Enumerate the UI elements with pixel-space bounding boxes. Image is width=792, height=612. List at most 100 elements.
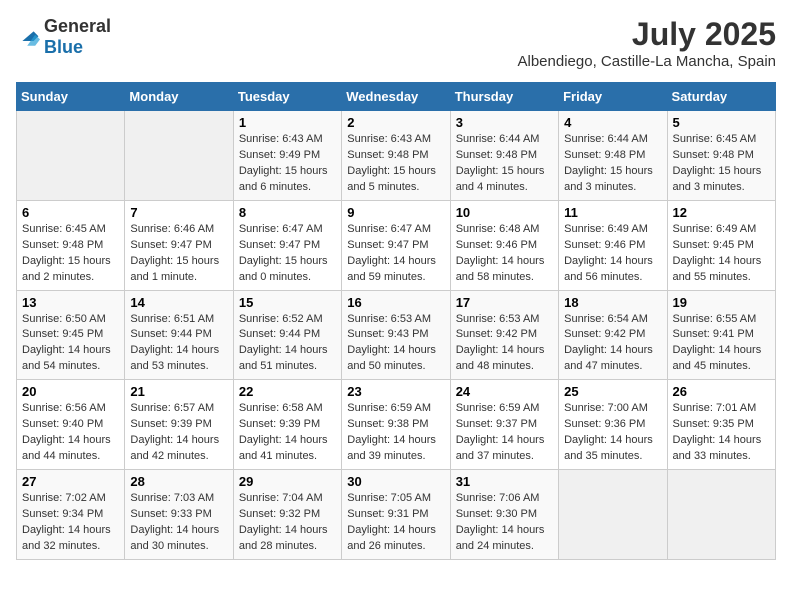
sunset: Sunset: 9:45 PM	[673, 239, 754, 251]
sunset: Sunset: 9:40 PM	[22, 418, 103, 430]
daylight: Daylight: 14 hours and 32 minutes.	[22, 524, 111, 552]
day-number: 18	[564, 295, 661, 310]
header-friday: Friday	[559, 83, 667, 111]
day-number: 29	[239, 474, 336, 489]
cell-w5-d4: 30Sunrise: 7:05 AMSunset: 9:31 PMDayligh…	[342, 470, 450, 560]
sunrise: Sunrise: 6:59 AM	[456, 402, 540, 414]
day-detail: Sunrise: 6:56 AMSunset: 9:40 PMDaylight:…	[22, 401, 119, 465]
cell-w2-d4: 9Sunrise: 6:47 AMSunset: 9:47 PMDaylight…	[342, 200, 450, 290]
sunrise: Sunrise: 7:02 AM	[22, 492, 106, 504]
sunset: Sunset: 9:48 PM	[673, 149, 754, 161]
week-row-1: 1 Sunrise: 6:43 AMSunset: 9:49 PMDaylight…	[17, 111, 776, 201]
logo: General Blue	[16, 16, 111, 58]
month-year: July 2025	[518, 16, 777, 53]
cell-w5-d2: 28Sunrise: 7:03 AMSunset: 9:33 PMDayligh…	[125, 470, 233, 560]
sunrise: Sunrise: 6:55 AM	[673, 313, 757, 325]
sunset: Sunset: 9:48 PM	[456, 149, 537, 161]
day-detail: Sunrise: 6:44 AM Sunset: 9:48 PM Daylight:…	[456, 132, 553, 196]
day-number: 9	[347, 205, 444, 220]
header-thursday: Thursday	[450, 83, 558, 111]
daylight: Daylight: 14 hours and 48 minutes.	[456, 344, 545, 372]
day-number: 4	[564, 115, 661, 130]
day-number: 22	[239, 384, 336, 399]
day-number: 3	[456, 115, 553, 130]
sunrise: Sunrise: 6:50 AM	[22, 313, 106, 325]
sunrise: Sunrise: 6:53 AM	[456, 313, 540, 325]
day-detail: Sunrise: 6:55 AMSunset: 9:41 PMDaylight:…	[673, 312, 770, 376]
cell-w3-d6: 18Sunrise: 6:54 AMSunset: 9:42 PMDayligh…	[559, 290, 667, 380]
cell-w3-d7: 19 Sunrise: 6:55 AMSunset: 9:41 PMDayligh…	[667, 290, 775, 380]
sunset: Sunset: 9:42 PM	[456, 328, 537, 340]
day-number: 16	[347, 295, 444, 310]
day-detail: Sunrise: 6:59 AMSunset: 9:37 PMDaylight:…	[456, 401, 553, 465]
day-detail: Sunrise: 6:53 AM Sunset: 9:42 PM Daylight:…	[456, 312, 553, 376]
day-detail: Sunrise: 6:51 AMSunset: 9:44 PMDaylight:…	[130, 312, 227, 376]
day-number: 31	[456, 474, 553, 489]
day-detail: Sunrise: 7:00 AMSunset: 9:36 PMDaylight:…	[564, 401, 661, 465]
day-detail: Sunrise: 6:59 AMSunset: 9:38 PMDaylight:…	[347, 401, 444, 465]
sunrise: Sunrise: 6:45 AM	[22, 223, 106, 235]
cell-w3-d5: 17Sunrise: 6:53 AMSunset: 9:42 PMDayligh…	[450, 290, 558, 380]
day-detail: Sunrise: 6:45 AMSunset: 9:48 PMDaylight:…	[22, 222, 119, 286]
sunrise: Sunrise: 6:52 AM	[239, 313, 323, 325]
day-detail: Sunrise: 6:58 AMSunset: 9:39 PMDaylight:…	[239, 401, 336, 465]
daylight: Daylight: 14 hours and 37 minutes.	[456, 434, 545, 462]
day-number: 25	[564, 384, 661, 399]
sunset: Sunset: 9:42 PM	[564, 328, 645, 340]
sunrise: Sunrise: 7:05 AM	[347, 492, 431, 504]
sunset: Sunset: 9:43 PM	[347, 328, 428, 340]
day-detail: Sunrise: 7:03 AMSunset: 9:33 PMDaylight:…	[130, 491, 227, 555]
calendar-table: Sunday Monday Tuesday Wednesday Thursday…	[16, 82, 776, 560]
daylight: Daylight: 15 hours and 1 minute.	[130, 255, 219, 283]
sunrise: Sunrise: 6:44 AM	[456, 133, 540, 145]
daylight: Daylight: 14 hours and 51 minutes.	[239, 344, 328, 372]
day-number: 21	[130, 384, 227, 399]
cell-w2-d6: 11Sunrise: 6:49 AMSunset: 9:46 PMDayligh…	[559, 200, 667, 290]
day-detail: Sunrise: 7:04 AMSunset: 9:32 PMDaylight:…	[239, 491, 336, 555]
sunset: Sunset: 9:38 PM	[347, 418, 428, 430]
day-detail: Sunrise: 6:49 AMSunset: 9:45 PMDaylight:…	[673, 222, 770, 286]
sunset: Sunset: 9:47 PM	[130, 239, 211, 251]
day-detail: Sunrise: 6:43 AMSunset: 9:48 PMDaylight:…	[347, 132, 444, 196]
day-number: 19	[673, 295, 770, 310]
cell-w3-d4: 16Sunrise: 6:53 AMSunset: 9:43 PMDayligh…	[342, 290, 450, 380]
sunrise: Sunrise: 6:43 AM	[239, 133, 323, 145]
cell-w4-d6: 25 Sunrise: 7:00 AMSunset: 9:36 PMDayligh…	[559, 380, 667, 470]
sunset: Sunset: 9:46 PM	[456, 239, 537, 251]
sunrise: Sunrise: 6:43 AM	[347, 133, 431, 145]
cell-w4-d5: 24Sunrise: 6:59 AMSunset: 9:37 PMDayligh…	[450, 380, 558, 470]
daylight: Daylight: 14 hours and 26 minutes.	[347, 524, 436, 552]
logo-general: General	[44, 16, 111, 36]
cell-w4-d1: 20Sunrise: 6:56 AMSunset: 9:40 PMDayligh…	[17, 380, 125, 470]
week-row-2: 6Sunrise: 6:45 AMSunset: 9:48 PMDaylight…	[17, 200, 776, 290]
day-detail: Sunrise: 7:01 AMSunset: 9:35 PMDaylight:…	[673, 401, 770, 465]
week-row-3: 13Sunrise: 6:50 AMSunset: 9:45 PMDayligh…	[17, 290, 776, 380]
cell-w5-d5: 31Sunrise: 7:06 AMSunset: 9:30 PMDayligh…	[450, 470, 558, 560]
week-row-4: 20Sunrise: 6:56 AMSunset: 9:40 PMDayligh…	[17, 380, 776, 470]
daylight: Daylight: 14 hours and 53 minutes.	[130, 344, 219, 372]
day-detail: Sunrise: 7:02 AMSunset: 9:34 PMDaylight:…	[22, 491, 119, 555]
daylight: Daylight: 15 hours and 0 minutes.	[239, 255, 328, 283]
daylight: Daylight: 15 hours and 3 minutes.	[564, 165, 653, 193]
sunrise: Sunrise: 7:01 AM	[673, 402, 757, 414]
day-number: 10	[456, 205, 553, 220]
day-detail: Sunrise: 6:52 AMSunset: 9:44 PMDaylight:…	[239, 312, 336, 376]
sunrise: Sunrise: 6:49 AM	[564, 223, 648, 235]
daylight: Daylight: 15 hours and 2 minutes.	[22, 255, 111, 283]
logo-blue: Blue	[44, 37, 83, 57]
cell-w2-d5: 10Sunrise: 6:48 AMSunset: 9:46 PMDayligh…	[450, 200, 558, 290]
day-number: 13	[22, 295, 119, 310]
day-number: 8	[239, 205, 336, 220]
sunset: Sunset: 9:39 PM	[239, 418, 320, 430]
sunrise: Sunrise: 6:58 AM	[239, 402, 323, 414]
daylight: Daylight: 14 hours and 59 minutes.	[347, 255, 436, 283]
logo-text: General Blue	[44, 16, 111, 58]
sunset: Sunset: 9:46 PM	[564, 239, 645, 251]
daylight: Daylight: 14 hours and 47 minutes.	[564, 344, 653, 372]
day-number: 1	[239, 115, 336, 130]
sunset: Sunset: 9:44 PM	[130, 328, 211, 340]
day-number: 15	[239, 295, 336, 310]
day-detail: Sunrise: 6:43 AMSunset: 9:49 PMDaylight:…	[239, 132, 336, 196]
daylight: Daylight: 15 hours and 4 minutes.	[456, 165, 545, 193]
day-detail: Sunrise: 7:05 AMSunset: 9:31 PMDaylight:…	[347, 491, 444, 555]
